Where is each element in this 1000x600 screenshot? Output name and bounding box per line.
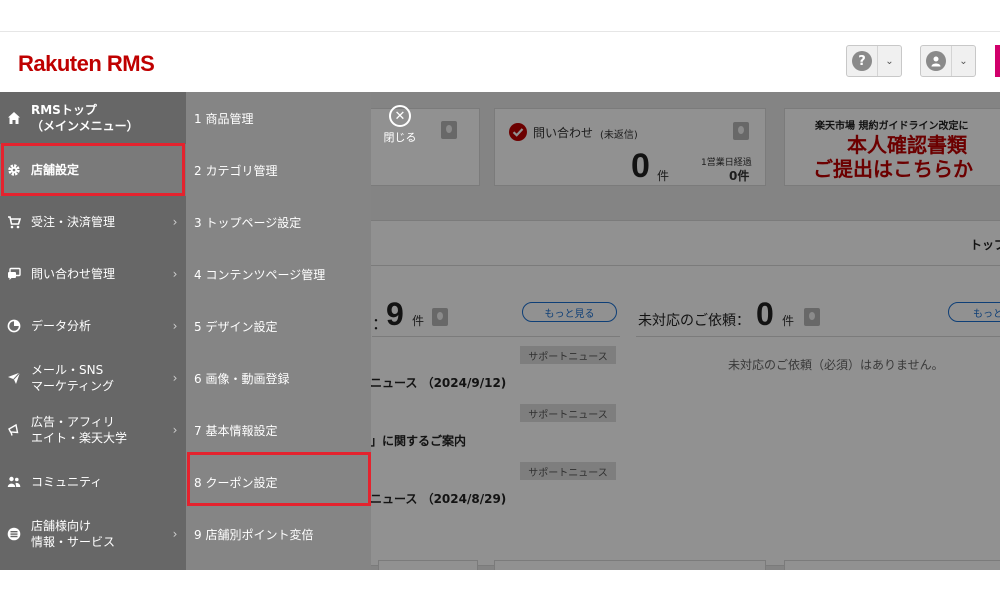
menu-item-data-analysis[interactable]: データ分析 › (0, 300, 186, 352)
menu-item-orders[interactable]: 受注・決済管理 › (0, 196, 186, 248)
chevron-right-icon: › (172, 371, 178, 385)
highlight-coupon-settings (187, 452, 371, 506)
chevron-down-icon: ⌄ (877, 46, 901, 76)
submenu-item-design-settings[interactable]: 5 デザイン設定 (186, 300, 371, 352)
menu-label-line2: マーケティング (31, 379, 115, 393)
header-edge-button[interactable] (995, 45, 1000, 77)
chat-icon (7, 267, 21, 281)
submenu-item-category-management[interactable]: 2 カテゴリ管理 (186, 144, 371, 196)
menu-item-rms-top[interactable]: RMSトップ （メインメニュー） (0, 92, 186, 144)
page-bottom-margin (0, 570, 1000, 600)
submenu-item-image-video-upload[interactable]: 6 画像・動画登録 (186, 352, 371, 404)
rms-page: Rakuten RMS ? ⌄ ⌄ 問い合わせ (未返信) 0 件 1営業日経過… (0, 0, 1000, 600)
home-icon (7, 111, 21, 125)
menu-item-community[interactable]: コミュニティ (0, 456, 186, 508)
account-dropdown-button[interactable]: ⌄ (920, 45, 976, 77)
menu-label: 受注・決済管理 (31, 215, 116, 229)
browser-top-strip (0, 0, 1000, 32)
chevron-down-icon: ⌄ (951, 46, 975, 76)
menu-label: データ分析 (31, 319, 92, 333)
menu-label: コミュニティ (31, 475, 103, 489)
chevron-right-icon: › (172, 319, 178, 333)
menu-label-line1: 店舗様向け (31, 519, 92, 533)
submenu-item-basic-info-settings[interactable]: 7 基本情報設定 (186, 404, 371, 456)
paper-plane-icon (7, 371, 21, 385)
menu-label: 問い合わせ管理 (31, 267, 116, 281)
menu-label-line1: 広告・アフィリ (31, 415, 115, 429)
chevron-right-icon: › (172, 215, 178, 229)
menu-item-ads-affiliate[interactable]: 広告・アフィリ エイト・楽天大学 › (0, 404, 186, 456)
highlight-shop-settings (1, 143, 185, 196)
pie-chart-icon (7, 319, 21, 333)
close-label: 閉じる (383, 131, 417, 144)
submenu-item-top-page-settings[interactable]: 3 トップページ設定 (186, 196, 371, 248)
community-icon (7, 475, 21, 489)
help-dropdown-button[interactable]: ? ⌄ (846, 45, 902, 77)
submenu-item-product-management[interactable]: 1 商品管理 (186, 92, 371, 144)
menu-item-mail-sns[interactable]: メール・SNS マーケティング › (0, 352, 186, 404)
chevron-right-icon: › (172, 527, 178, 541)
close-menu-button[interactable]: ✕ 閉じる (378, 105, 422, 145)
rakuten-rms-logo[interactable]: Rakuten RMS (18, 51, 155, 77)
menu-label-line1: RMSトップ (31, 103, 97, 117)
submenu-item-shop-point-multiplier[interactable]: 9 店舗別ポイント変倍 (186, 508, 371, 560)
help-icon: ? (852, 51, 872, 71)
menu-label-line2: 情報・サービス (31, 535, 116, 549)
menu-item-inquiries[interactable]: 問い合わせ管理 › (0, 248, 186, 300)
cart-icon (7, 215, 21, 229)
chevron-right-icon: › (172, 423, 178, 437)
menu-item-shop-services[interactable]: 店舗様向け情報・サービス › (0, 508, 186, 560)
close-icon: ✕ (389, 105, 411, 127)
menu-label-line2: （メインメニュー） (31, 119, 139, 133)
menu-label-line1: メール・SNS (31, 363, 104, 377)
menu-label-line2: エイト・楽天大学 (31, 431, 128, 445)
user-icon (926, 51, 946, 71)
app-header: Rakuten RMS ? ⌄ ⌄ (0, 33, 1000, 92)
megaphone-icon (7, 423, 21, 437)
submenu-item-content-page-management[interactable]: 4 コンテンツページ管理 (186, 248, 371, 300)
chevron-right-icon: › (172, 267, 178, 281)
list-icon (7, 527, 21, 541)
